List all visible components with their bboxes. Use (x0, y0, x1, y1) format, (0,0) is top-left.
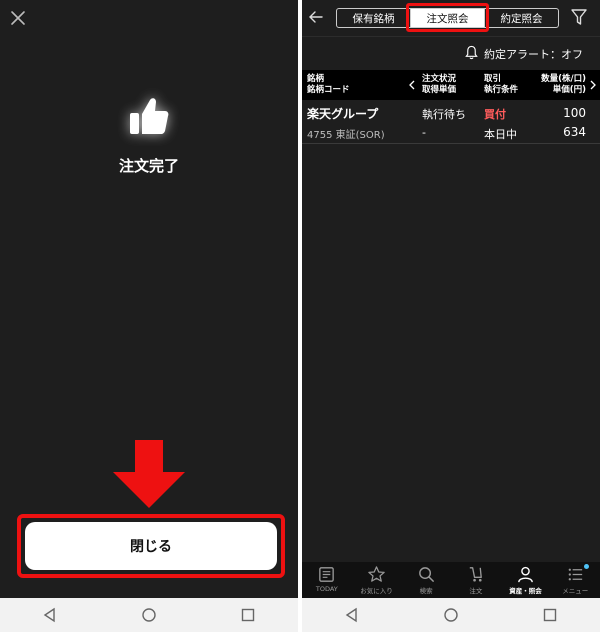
nav-label: 注文 (469, 587, 483, 595)
down-arrow-icon (113, 440, 185, 508)
table-header: 銘柄 銘柄コード 注文状況 取得単価 取引 執行条件 数量(株/口) 単価(円) (302, 70, 600, 100)
cart-icon (470, 567, 483, 582)
nav-label: お気に入り (360, 587, 393, 595)
execution-alert-row: 約定アラート：オフ (302, 36, 600, 68)
header-stock: 銘柄 (307, 74, 325, 84)
stock-name: 楽天グループ (307, 107, 379, 121)
stock-code-market: 4755 東証(SOR) (307, 130, 385, 141)
order-complete-message: 注文完了 (118, 157, 179, 175)
header-quantity: 数量(株/口) (541, 74, 586, 84)
person-icon (518, 566, 533, 583)
acquisition-price: - (422, 126, 426, 139)
system-navigation-bar (0, 598, 298, 632)
header-col3: 取引 執行条件 (484, 74, 518, 96)
top-bar: 保有銘柄 注文照会 約定照会 (302, 0, 600, 34)
back-triangle-icon[interactable] (42, 607, 58, 623)
search-icon (418, 567, 434, 582)
chevron-left-icon[interactable] (408, 80, 416, 90)
execution-condition: 本日中 (484, 128, 517, 141)
header-acquisition-price: 取得単価 (422, 85, 457, 95)
header-trade: 取引 (484, 74, 502, 84)
header-order-status: 注文状況 (422, 74, 457, 84)
nav-favorites[interactable]: お気に入り (352, 562, 402, 598)
header-col4: 数量(株/口) 単価(円) (541, 74, 586, 96)
chevron-right-icon[interactable] (589, 80, 597, 90)
order-status: 執行待ち (422, 108, 466, 121)
nav-label: 検索 (419, 587, 433, 595)
order-complete-screen: 注文完了 閉じる (0, 0, 298, 632)
bell-icon[interactable] (464, 45, 479, 60)
recents-square-icon[interactable] (240, 607, 256, 623)
system-navigation-bar (302, 598, 600, 632)
close-icon[interactable] (8, 8, 28, 28)
nav-label: メニュー (562, 587, 589, 595)
bottom-navigation: TODAY お気に入り 検索 注文 資産・照会 メニュー (302, 562, 600, 598)
nav-order[interactable]: 注文 (451, 562, 501, 598)
thumbs-up-icon (130, 98, 169, 134)
back-arrow-icon[interactable] (308, 9, 324, 25)
header-col2: 注文状況 取得単価 (422, 74, 456, 96)
header-unit-price: 単価(円) (552, 85, 586, 95)
nav-menu[interactable]: メニュー (550, 562, 600, 598)
header-execution-condition: 執行条件 (484, 85, 519, 95)
menu-icon (568, 568, 582, 581)
header-stock-code: 銘柄コード (307, 85, 350, 95)
close-button-highlight: 閉じる (17, 514, 285, 578)
nav-assets-inquiry[interactable]: 資産・照会 (501, 562, 551, 598)
recents-square-icon[interactable] (542, 607, 558, 623)
table-row[interactable]: 楽天グループ 4755 東証(SOR) 執行待ち - 買付 本日中 100 63… (302, 100, 600, 144)
nav-today[interactable]: TODAY (302, 562, 352, 598)
nav-label: TODAY (315, 585, 338, 593)
trade-type: 買付 (484, 108, 506, 121)
order-inquiry-screen: 保有銘柄 注文照会 約定照会 約定アラート：オフ 銘柄 銘柄コード 注文状況 取… (302, 0, 600, 632)
notification-dot (584, 564, 590, 569)
close-button[interactable]: 閉じる (25, 522, 277, 570)
home-circle-icon[interactable] (443, 607, 459, 623)
quantity: 100 (563, 106, 586, 120)
tab-holdings[interactable]: 保有銘柄 (337, 9, 411, 27)
execution-alert-status[interactable]: 約定アラート：オフ (484, 46, 583, 62)
home-circle-icon[interactable] (141, 607, 157, 623)
back-triangle-icon[interactable] (344, 607, 360, 623)
tab-execution-inquiry[interactable]: 約定照会 (485, 9, 558, 27)
unit-price: 634 (563, 125, 586, 139)
filter-icon[interactable] (570, 8, 588, 26)
header-col1: 銘柄 銘柄コード (307, 74, 350, 96)
nav-label: 資産・照会 (509, 587, 542, 595)
star-icon (368, 566, 385, 582)
newspaper-icon (319, 567, 335, 582)
nav-search[interactable]: 検索 (401, 562, 451, 598)
active-tab-highlight (406, 3, 489, 32)
